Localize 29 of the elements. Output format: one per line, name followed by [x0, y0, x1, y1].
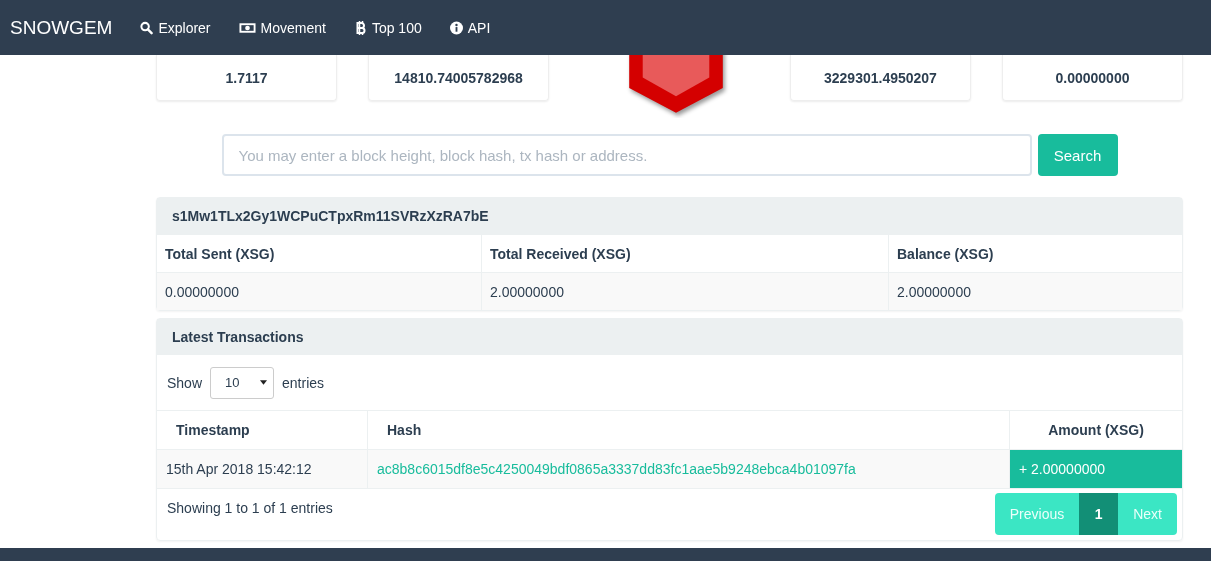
search-icon: [140, 20, 154, 35]
panel-title: Latest Transactions: [172, 329, 304, 345]
search-field[interactable]: You may enter a block height, block hash, tx hash or address.: [221, 134, 1032, 176]
nav-link[interactable]: Explorer: [126, 19, 225, 36]
entries-info: Showing 1 to 1 of 1 entries: [167, 500, 333, 516]
stat-value: 3229301.4950207: [824, 69, 937, 86]
amount-cell: + 2.00000000: [1010, 450, 1182, 489]
show-label: Show: [167, 374, 203, 391]
page-size-select[interactable]: 10: [210, 366, 275, 399]
address-title: s1Mw1TLx2Gy1WCPuCTpxRm11SVRzXzRA7bE: [172, 208, 489, 224]
banknote-icon: [238, 21, 256, 34]
page-button[interactable]: 1: [1079, 493, 1119, 535]
stat-value: 1.7117: [225, 69, 268, 86]
column-header: Total Sent (XSG): [157, 234, 482, 272]
info-icon: [449, 20, 463, 35]
brand-link[interactable]: SNOWGEM: [10, 16, 113, 39]
table-cell: 2.00000000: [482, 272, 889, 310]
nav-link[interactable]: Movement: [224, 19, 340, 36]
column-header: Balance (XSG): [889, 234, 1182, 272]
entries-label: entries: [282, 374, 325, 391]
table-cell: 15th Apr 2018 15:42:12: [157, 450, 368, 489]
stat-value: 14810.74005782968: [394, 69, 523, 86]
table-cell: 0.00000000: [157, 272, 482, 310]
nav-link[interactable]: Top 100: [339, 19, 436, 36]
table-cell: 2.00000000: [889, 272, 1182, 310]
caret-icon: [260, 380, 268, 385]
stat-value: 0.00000000: [1055, 69, 1130, 86]
nav-link[interactable]: API: [435, 19, 505, 36]
column-header: Total Received (XSG): [482, 234, 889, 272]
